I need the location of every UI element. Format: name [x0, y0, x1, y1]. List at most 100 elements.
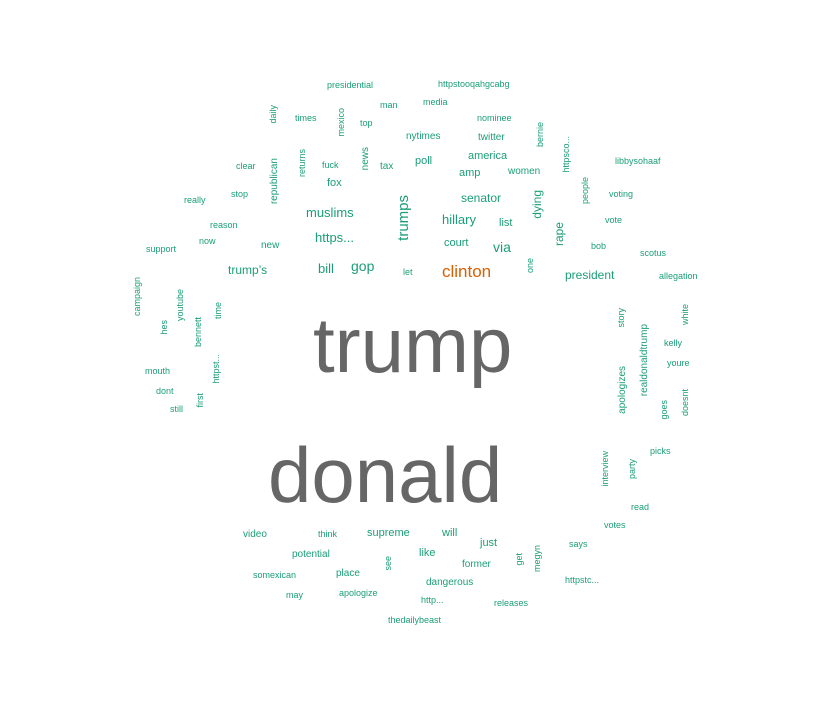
word-bob: bob [591, 241, 607, 251]
word-vote: vote [605, 215, 623, 225]
word-one: one [525, 258, 535, 274]
word-megyn: megyn [532, 545, 542, 573]
word-still: still [170, 404, 183, 414]
word-news: news [360, 147, 371, 171]
word-says: says [569, 539, 588, 549]
word-stop: stop [231, 189, 249, 199]
word-mexico: mexico [336, 108, 346, 137]
word-bill: bill [318, 261, 334, 276]
word-presidential: presidential [327, 80, 374, 90]
word-white: white [680, 304, 690, 326]
word-bernie: bernie [535, 122, 545, 148]
word-bennett: bennett [193, 317, 203, 348]
word-apologizes: apologizes [617, 366, 628, 414]
word-women: women [508, 166, 541, 177]
word-tax: tax [380, 161, 394, 172]
word-think: think [318, 529, 338, 539]
word-muslims: muslims [306, 205, 354, 220]
word-trumps-apos: trump’s [228, 263, 268, 277]
word-clear: clear [236, 161, 256, 171]
word-supreme: supreme [367, 527, 410, 539]
word-story: story [616, 308, 626, 328]
word-video: video [243, 529, 267, 540]
word-may: may [286, 590, 304, 600]
word-doesnt: doesnt [680, 389, 690, 417]
word-dying: dying [530, 190, 544, 219]
word-list: list [499, 217, 513, 229]
word-just: just [480, 537, 498, 549]
word-twitter: twitter [478, 132, 505, 143]
word-amp: amp [459, 167, 481, 179]
word-now: now [199, 236, 216, 246]
word-returns: returns [297, 149, 307, 178]
word-man: man [380, 100, 398, 110]
word-campaign: campaign [132, 277, 142, 317]
word-interview: interview [600, 451, 610, 487]
word-voting: voting [609, 189, 634, 199]
word-scotus: scotus [640, 248, 667, 258]
word-will: will [442, 527, 458, 539]
word-nytimes: nytimes [406, 131, 441, 142]
word-realdonaldtrump: realdonaldtrump [639, 324, 650, 397]
word-fuck: fuck [322, 160, 339, 170]
word-donald: donald [268, 431, 503, 519]
word-hes: hes [159, 320, 169, 335]
word-youre: youre [667, 358, 690, 368]
word-apologize: apologize [339, 588, 378, 598]
word-people: people [580, 177, 590, 205]
word-read: read [631, 502, 650, 512]
word-get: get [514, 553, 524, 566]
word-httpstooqahgcabg: httpstooqahgcabg [438, 79, 510, 89]
word-allegation: allegation [659, 271, 698, 281]
word-mouth: mouth [145, 366, 171, 376]
word-clinton: clinton [442, 262, 492, 281]
word-https-dots: https... [315, 230, 355, 245]
word-court: court [444, 237, 469, 249]
word-see: see [383, 556, 393, 571]
word-gop: gop [351, 258, 375, 274]
word-president: president [565, 268, 615, 282]
word-goes: goes [659, 400, 669, 420]
word-dangerous: dangerous [426, 577, 474, 588]
word-time: time [213, 302, 223, 320]
word-new: new [261, 240, 280, 251]
word-like: like [419, 547, 436, 559]
word-times: times [295, 113, 317, 123]
word-poll: poll [415, 155, 433, 167]
word-first: first [195, 393, 205, 408]
word-youtube: youtube [175, 289, 185, 322]
word-httpst: httpst... [211, 354, 221, 384]
word-rape: rape [552, 222, 566, 247]
word-potential: potential [292, 549, 330, 560]
word-via: via [493, 239, 511, 255]
word-top: top [360, 118, 373, 128]
word-support: support [146, 244, 177, 254]
word-daily: daily [268, 105, 278, 124]
word-releases: releases [494, 598, 529, 608]
word-place: place [336, 568, 360, 579]
word-libbysohaaf: libbysohaaf [615, 156, 661, 166]
word-trump: trump [313, 301, 513, 389]
word-nominee: nominee [477, 113, 512, 123]
word-senator: senator [461, 191, 502, 205]
word-httpstc: httpstc... [565, 575, 600, 585]
word-kelly: kelly [664, 338, 683, 348]
word-really: really [184, 195, 206, 205]
word-former: former [462, 559, 491, 570]
word-republican: republican [269, 158, 280, 205]
word-trumps: trumps [395, 195, 412, 241]
word-somexican: somexican [253, 570, 297, 580]
word-reason: reason [210, 220, 238, 230]
word-america: america [468, 150, 508, 162]
word-dont: dont [156, 386, 174, 396]
word-let: let [403, 267, 413, 277]
word-fox: fox [327, 177, 342, 189]
word-party: party [627, 459, 637, 480]
word-thedailybeast: thedailybeast [388, 615, 442, 625]
word-hillary: hillary [442, 212, 476, 227]
word-http: http... [421, 595, 444, 605]
word-votes: votes [604, 520, 626, 530]
word-cloud: trump donald clinton trumps muslims http… [0, 0, 837, 704]
word-media: media [423, 97, 448, 107]
word-httpsco: httpsco... [561, 136, 571, 173]
